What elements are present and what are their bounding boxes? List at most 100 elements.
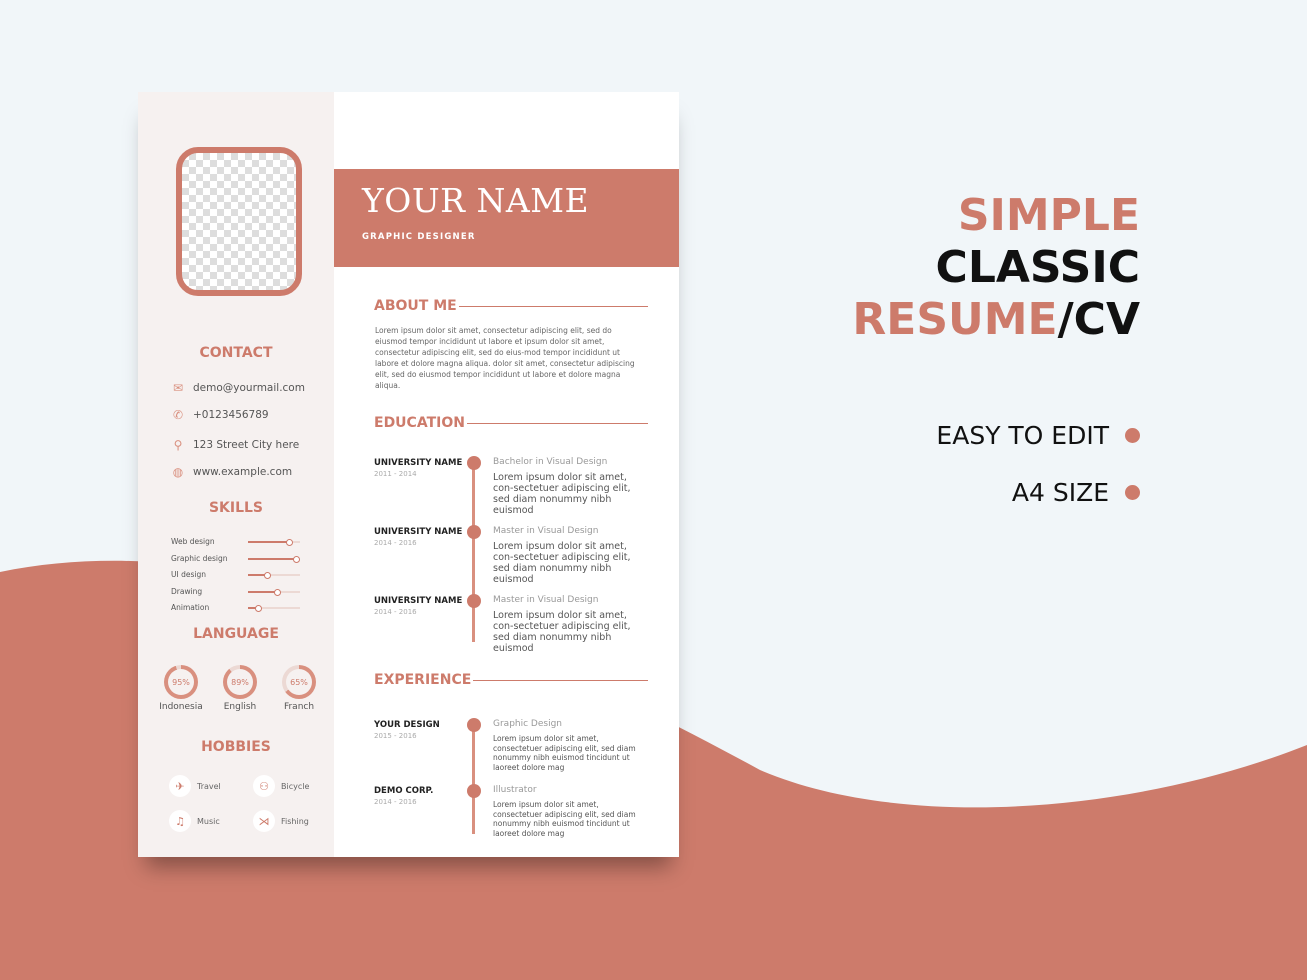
about-text: Lorem ipsum dolor sit amet, consectetur … xyxy=(375,326,635,390)
divider xyxy=(466,422,648,424)
description: Lorem ipsum dolor sit amet, consectetuer… xyxy=(493,800,636,838)
years: 2011 - 2014 xyxy=(374,470,417,478)
experience-timeline xyxy=(472,724,475,834)
contact-email: ✉ demo@yourmail.com xyxy=(171,381,305,395)
divider xyxy=(473,679,648,681)
role: Graphic Design xyxy=(493,719,562,729)
skill-level xyxy=(248,605,264,612)
description: Lorem ipsum dolor sit amet, con-sectetue… xyxy=(493,541,631,585)
skill-bar xyxy=(248,539,300,546)
contact-phone: ✆ +0123456789 xyxy=(171,408,269,422)
language-ring: 65% xyxy=(282,665,316,699)
photo-placeholder xyxy=(176,147,302,296)
experience-heading-text: EXPERIENCE xyxy=(374,672,472,688)
hobby-label: Fishing xyxy=(281,816,309,826)
feature-easy-edit: EASY TO EDIT xyxy=(936,421,1140,450)
phone-icon: ✆ xyxy=(172,408,184,422)
university-name: UNIVERSITY NAME xyxy=(374,596,463,606)
contact-website: ◍ www.example.com xyxy=(171,465,292,479)
skill-item: Web design xyxy=(171,537,301,546)
timeline-dot xyxy=(467,718,481,732)
skill-label: UI design xyxy=(171,570,206,579)
experience-heading: EXPERIENCE xyxy=(374,672,648,688)
skill-bar xyxy=(248,555,301,563)
location-icon: ⚲ xyxy=(173,438,183,452)
skill-level xyxy=(248,588,282,596)
promo-title: SIMPLE CLASSIC RESUME/CV xyxy=(852,190,1140,346)
skill-bar xyxy=(248,572,300,579)
plane-icon: ✈ xyxy=(169,775,191,797)
skill-bar xyxy=(248,588,300,596)
timeline-dot xyxy=(467,456,481,470)
globe-icon: ◍ xyxy=(172,465,184,479)
timeline-dot xyxy=(467,784,481,798)
address-text: 123 Street City here xyxy=(193,439,300,451)
skill-label: Drawing xyxy=(171,586,203,596)
contact-heading: CONTACT xyxy=(199,345,273,361)
years: 2014 - 2016 xyxy=(374,539,417,547)
education-timeline xyxy=(472,462,475,642)
language-item: 95% Indonesia xyxy=(151,665,211,712)
feature-text: A4 SIZE xyxy=(1011,478,1109,507)
description: Lorem ipsum dolor sit amet, consectetuer… xyxy=(493,734,636,772)
email-text: demo@yourmail.com xyxy=(193,382,305,394)
company-name: YOUR DESIGN xyxy=(374,720,440,730)
language-label: Franch xyxy=(283,702,315,712)
divider xyxy=(458,305,648,307)
role: Illustrator xyxy=(493,785,537,795)
about-heading: ABOUT ME xyxy=(374,298,648,314)
timeline-dot xyxy=(467,594,481,608)
title-classic: CLASSIC xyxy=(935,242,1140,293)
hobby-music: ♫ Music xyxy=(169,810,220,832)
description: Lorem ipsum dolor sit amet, con-sectetue… xyxy=(493,472,631,516)
skills-heading: SKILLS xyxy=(208,500,264,516)
language-ring: 89% xyxy=(223,665,257,699)
mail-icon: ✉ xyxy=(172,381,184,395)
bicycle-icon: ⚇ xyxy=(253,775,275,797)
website-text: www.example.com xyxy=(193,466,293,478)
skill-label: Graphic design xyxy=(171,553,228,563)
language-percent: 95% xyxy=(168,669,194,695)
bullet-dot-icon xyxy=(1125,485,1140,500)
skill-item: UI design xyxy=(171,570,301,579)
feature-text: EASY TO EDIT xyxy=(936,421,1109,450)
hobbies-heading: HOBBIES xyxy=(201,739,271,755)
degree: Master in Visual Design xyxy=(493,595,599,605)
skill-level xyxy=(248,572,271,579)
degree: Master in Visual Design xyxy=(493,526,599,536)
education-heading-text: EDUCATION xyxy=(374,415,465,431)
university-name: UNIVERSITY NAME xyxy=(374,527,463,537)
language-percent: 65% xyxy=(286,669,312,695)
university-name: UNIVERSITY NAME xyxy=(374,458,463,468)
hobby-bicycle: ⚇ Bicycle xyxy=(253,775,309,797)
title-simple: SIMPLE xyxy=(957,190,1140,241)
language-label: Indonesia xyxy=(159,702,203,712)
language-label: English xyxy=(223,702,257,712)
job-title: GRAPHIC DESIGNER xyxy=(362,232,476,242)
name-banner: YOUR NAME GRAPHIC DESIGNER xyxy=(334,169,679,267)
language-ring: 95% xyxy=(164,665,198,699)
phone-text: +0123456789 xyxy=(193,409,269,421)
years: 2014 - 2016 xyxy=(374,608,417,616)
description: Lorem ipsum dolor sit amet, con-sectetue… xyxy=(493,610,631,654)
language-item: 65% Franch xyxy=(269,665,329,712)
skill-item: Graphic design xyxy=(171,554,301,563)
bullet-dot-icon xyxy=(1125,428,1140,443)
music-icon: ♫ xyxy=(169,810,191,832)
about-heading-text: ABOUT ME xyxy=(374,298,457,314)
timeline-dot xyxy=(467,525,481,539)
resume-sidebar: CONTACT ✉ demo@yourmail.com ✆ +0123456789 … xyxy=(138,92,334,857)
years: 2015 - 2016 xyxy=(374,732,417,740)
hobby-fishing: ⋊ Fishing xyxy=(253,810,309,832)
language-item: 89% English xyxy=(210,665,270,712)
title-resume: RESUME xyxy=(852,294,1058,345)
skill-level xyxy=(248,555,301,563)
hobby-label: Travel xyxy=(197,781,221,791)
title-cv: /CV xyxy=(1057,294,1140,345)
degree: Bachelor in Visual Design xyxy=(493,457,608,467)
skill-item: Animation xyxy=(171,603,301,612)
language-heading: LANGUAGE xyxy=(193,626,279,642)
language-percent: 89% xyxy=(227,669,253,695)
hobby-travel: ✈ Travel xyxy=(169,775,221,797)
education-heading: EDUCATION xyxy=(374,415,648,431)
